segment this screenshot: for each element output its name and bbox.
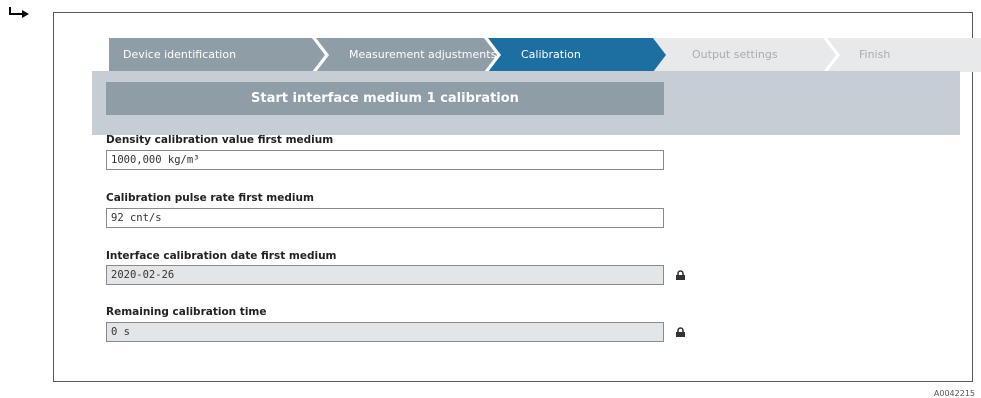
lock-icon	[676, 270, 685, 280]
density-calibration-label: Density calibration value first medium	[106, 134, 334, 146]
pulse-rate-label: Calibration pulse rate first medium	[106, 192, 314, 204]
wizard-progress-bar: Device identification Measurement adjust…	[109, 38, 981, 72]
remaining-time-label: Remaining calibration time	[106, 306, 267, 318]
app-frame: Device identification Measurement adjust…	[53, 12, 981, 382]
figure-id: A0042215	[933, 389, 975, 398]
density-calibration-input[interactable]: 1000,000 kg/m³	[106, 150, 664, 170]
wizard-step-device-identification[interactable]: Device identification	[123, 38, 236, 72]
pulse-rate-input[interactable]: 92 cnt/s	[106, 208, 664, 228]
calibration-date-field: 2020-02-26	[106, 265, 664, 285]
start-calibration-button[interactable]: Start interface medium 1 calibration	[106, 82, 664, 115]
remaining-time-field: 0 s	[106, 322, 664, 342]
lock-icon	[676, 327, 685, 337]
wizard-step-output-settings[interactable]: Output settings	[692, 38, 778, 72]
step-arrow-icon	[9, 7, 29, 18]
wizard-step-measurement-adjustments[interactable]: Measurement adjustments	[349, 38, 496, 72]
calibration-date-label: Interface calibration date first medium	[106, 250, 337, 262]
wizard-step-finish[interactable]: Finish	[859, 38, 890, 72]
wizard-step-calibration[interactable]: Calibration	[521, 38, 581, 72]
